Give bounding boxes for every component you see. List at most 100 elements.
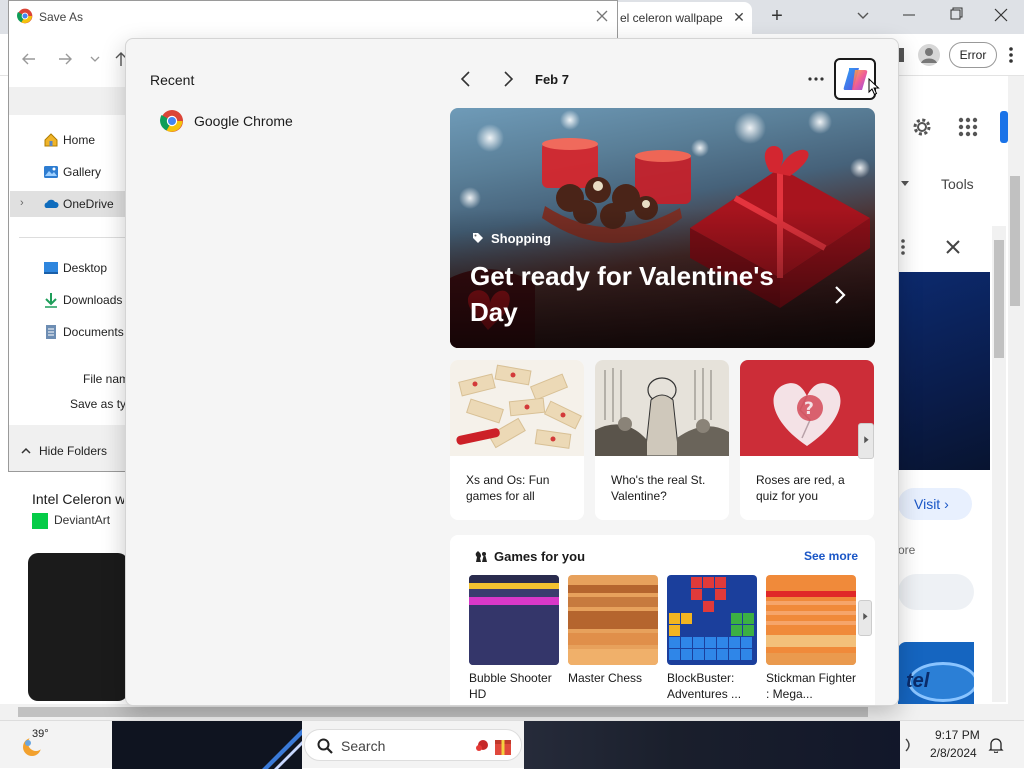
scrollbar-thumb[interactable]: [18, 707, 868, 717]
more-vert-icon[interactable]: [1004, 44, 1018, 66]
chevron-left-icon[interactable]: [456, 69, 476, 89]
master-chess-image: [568, 575, 658, 665]
tag-icon: [473, 233, 483, 243]
caret-right-icon: [864, 436, 869, 444]
apps-grid-icon[interactable]: [957, 116, 979, 138]
tray-icon[interactable]: [904, 737, 916, 753]
panel-close-icon[interactable]: [942, 236, 964, 258]
error-button[interactable]: Error: [949, 42, 997, 68]
taskbar-search[interactable]: Search: [304, 729, 522, 761]
blockbuster-image: [667, 575, 757, 665]
chevron-down-icon[interactable]: [89, 53, 101, 65]
sidebar-item-label: Desktop: [63, 261, 108, 275]
browser-scrollbar[interactable]: [1008, 76, 1024, 720]
browser-tab[interactable]: el celeron wallpape ✕: [610, 2, 752, 34]
search-icon: [317, 738, 333, 754]
cards-next-button[interactable]: [858, 423, 874, 459]
sidebar-item-downloads[interactable]: Downloads: [21, 287, 131, 313]
preview-graphic: [262, 729, 302, 769]
sidebar-divider: [19, 237, 129, 238]
intel-logo-tile[interactable]: tel: [898, 642, 974, 704]
tab-search-icon[interactable]: [852, 6, 874, 26]
gear-icon[interactable]: [910, 115, 934, 139]
minimize-icon[interactable]: [896, 4, 922, 26]
sign-in-button[interactable]: [1000, 111, 1008, 143]
clock-time[interactable]: 9:17 PM: [935, 728, 980, 742]
news-card[interactable]: ? Roses are red, a quiz for you: [740, 360, 874, 520]
forward-arrow-icon[interactable]: [57, 51, 73, 67]
panel-more-icon[interactable]: [898, 236, 908, 258]
recent-item-google-chrome[interactable]: Google Chrome: [160, 109, 340, 135]
copilot-button[interactable]: [834, 58, 880, 100]
hero-card[interactable]: Shopping Get ready for Valentine's Day: [450, 108, 875, 348]
result-thumbnail[interactable]: [28, 553, 128, 701]
dialog-titlebar: Save As: [9, 1, 617, 33]
panel-scrollbar[interactable]: [992, 226, 1006, 702]
expand-chevron-icon[interactable]: ›: [20, 197, 24, 209]
clock-date[interactable]: 2/8/2024: [930, 746, 977, 760]
caret-right-icon: [863, 612, 868, 620]
feed-date: Feb 7: [535, 72, 569, 87]
taskbar-window-preview[interactable]: [112, 721, 302, 769]
bubble-shooter-image: [469, 575, 559, 665]
restore-icon[interactable]: [942, 4, 968, 26]
taskbar-apps-area[interactable]: [524, 721, 900, 769]
sidebar-item-label: Home: [63, 133, 96, 147]
caret-down-icon[interactable]: [900, 180, 910, 188]
close-tab-icon[interactable]: ✕: [730, 7, 748, 27]
news-card[interactable]: Who's the real St. Valentine?: [595, 360, 729, 520]
sidebar-item-label: OneDrive: [63, 197, 114, 211]
recent-item-label: Google Chrome: [194, 113, 293, 129]
result-title[interactable]: Intel Celeron w: [32, 491, 124, 507]
more-link-fragment[interactable]: ore: [898, 543, 915, 557]
notification-bell-icon[interactable]: [988, 737, 1004, 753]
hide-folders-button[interactable]: Hide Folders: [21, 443, 131, 459]
sidebar-item-gallery[interactable]: Gallery: [21, 159, 131, 185]
stickman-fighter-image: [766, 575, 856, 665]
close-icon[interactable]: [593, 7, 611, 25]
news-card-caption: Roses are red, a quiz for you: [756, 473, 845, 503]
chess-pieces-icon: [475, 551, 487, 562]
search-placeholder: Search: [341, 738, 386, 754]
horizontal-scrollbar[interactable]: [0, 704, 1008, 720]
suggestion-pill[interactable]: [898, 574, 974, 610]
documents-icon: [46, 325, 56, 339]
sidebar-item-label: Gallery: [63, 165, 102, 179]
heart-quiz-image: ?: [740, 360, 874, 456]
sidebar-item-onedrive[interactable]: › OneDrive: [10, 191, 131, 217]
games-heading: Games for you: [494, 549, 586, 564]
hide-folders-label: Hide Folders: [39, 444, 108, 458]
games-next-button[interactable]: [858, 600, 872, 636]
chevron-right-icon[interactable]: [498, 69, 518, 89]
chrome-icon: [17, 8, 33, 24]
window-close-icon[interactable]: [988, 4, 1014, 26]
back-arrow-icon[interactable]: [21, 51, 37, 67]
tic-tac-toe-image: [450, 360, 584, 456]
tools-link[interactable]: Tools: [941, 176, 974, 192]
new-tab-button[interactable]: +: [764, 4, 790, 30]
sidebar-item-home[interactable]: Home: [21, 127, 131, 153]
chevron-up-icon: [21, 447, 31, 454]
result-source[interactable]: DeviantArt: [54, 513, 110, 527]
person-icon: [921, 48, 937, 63]
preview-image[interactable]: [898, 272, 990, 470]
downloads-icon: [45, 293, 57, 308]
news-card[interactable]: Xs and Os: Fun games for all: [450, 360, 584, 520]
visit-button[interactable]: Visit ›: [898, 488, 972, 520]
scrollbar-thumb[interactable]: [994, 240, 1004, 358]
browser-tab-title: el celeron wallpape: [620, 11, 723, 25]
sidebar-item-documents[interactable]: Documents: [21, 319, 131, 345]
scrollbar-thumb[interactable]: [1010, 176, 1020, 306]
game-title: Stickman Fighter : Mega...: [766, 671, 857, 701]
chevron-right-icon[interactable]: [830, 284, 850, 306]
sidebar-item-label: Documents: [63, 325, 124, 339]
news-card-caption: Xs and Os: Fun games for all: [466, 473, 550, 503]
hero-category: Shopping: [491, 231, 551, 246]
more-horiz-icon[interactable]: [806, 71, 826, 87]
weather-temperature[interactable]: 39°: [32, 728, 49, 740]
see-more-link[interactable]: See more: [804, 549, 858, 563]
hero-title[interactable]: Get ready for Valentine's Day: [470, 258, 810, 330]
sidebar-item-desktop[interactable]: Desktop: [21, 255, 131, 281]
profile-avatar[interactable]: [918, 44, 940, 66]
gallery-icon: [44, 166, 58, 178]
